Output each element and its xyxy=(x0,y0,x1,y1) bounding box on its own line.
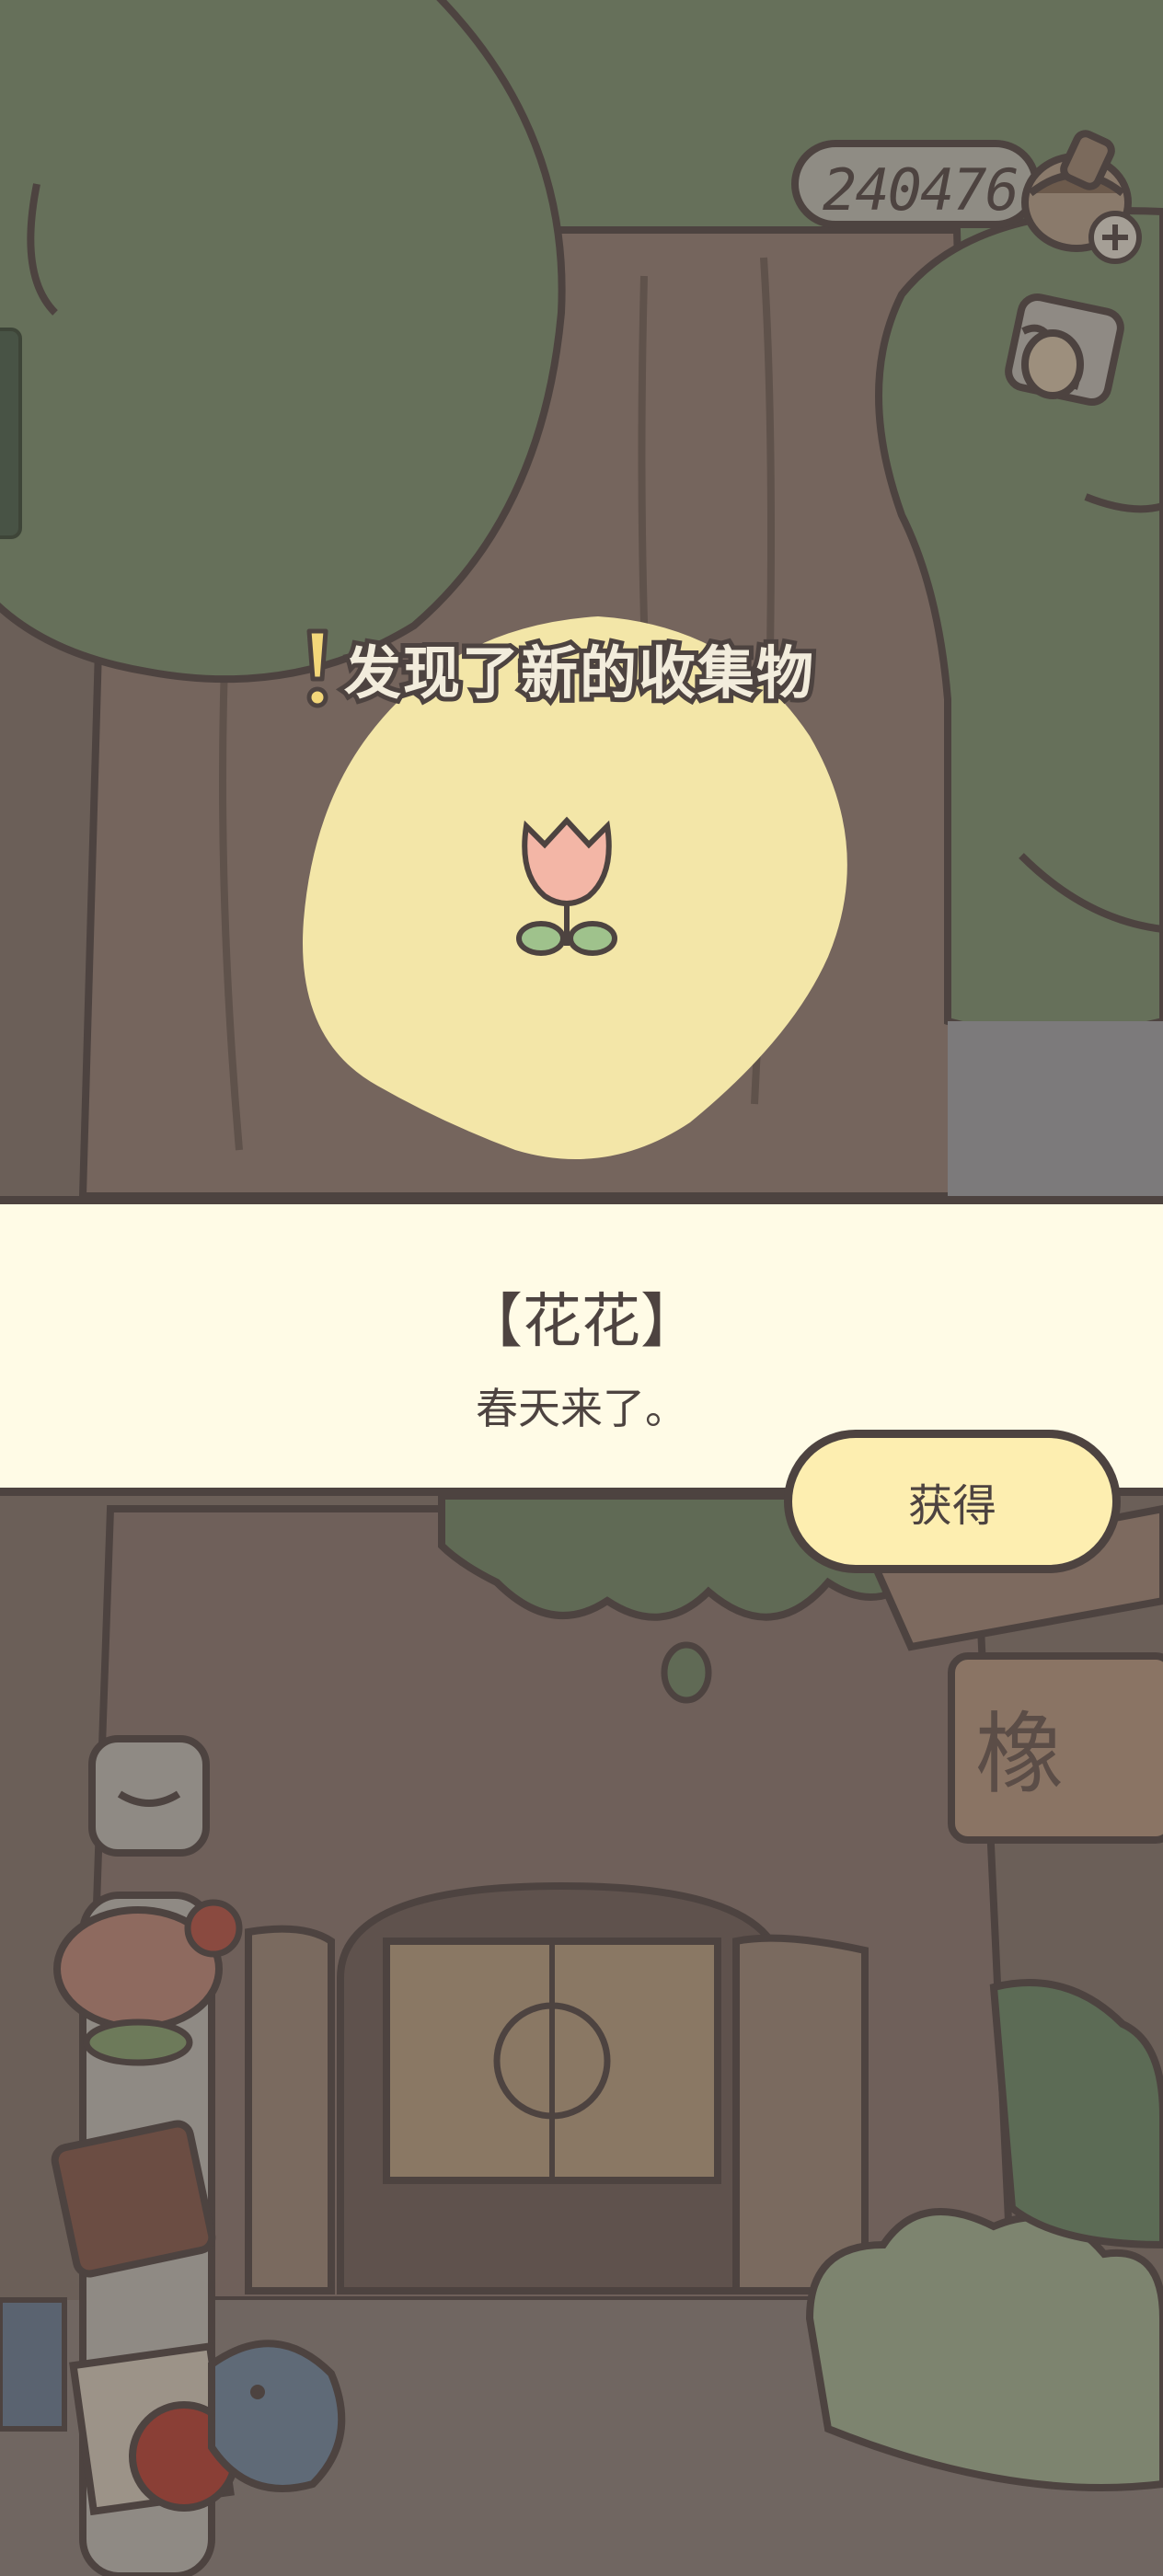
acorn-counter-pill: 240476 xyxy=(791,140,1040,228)
letter-icon[interactable] xyxy=(996,285,1143,423)
acorn-plus-icon[interactable] xyxy=(1012,120,1150,267)
exclamation-icon xyxy=(306,628,328,708)
game-screen: 橡 240476 发现了新的收集物 【花花】 春天来了。 获得 xyxy=(0,0,1163,2576)
tulip-icon xyxy=(516,816,617,956)
acorn-counter: 240476 xyxy=(791,140,1049,232)
discovery-title: 发现了新的收集物 xyxy=(294,622,818,714)
acorn-amount: 240476 xyxy=(823,156,1019,224)
svg-text:橡: 橡 xyxy=(975,1703,1064,1806)
side-drawer-tab[interactable] xyxy=(0,328,22,539)
obtain-button[interactable]: 获得 xyxy=(784,1430,1121,1573)
discovery-title-text: 发现了新的收集物 xyxy=(340,635,818,711)
item-name: 【花花】 xyxy=(464,1288,699,1356)
item-description: 春天来了。 xyxy=(476,1384,687,1433)
